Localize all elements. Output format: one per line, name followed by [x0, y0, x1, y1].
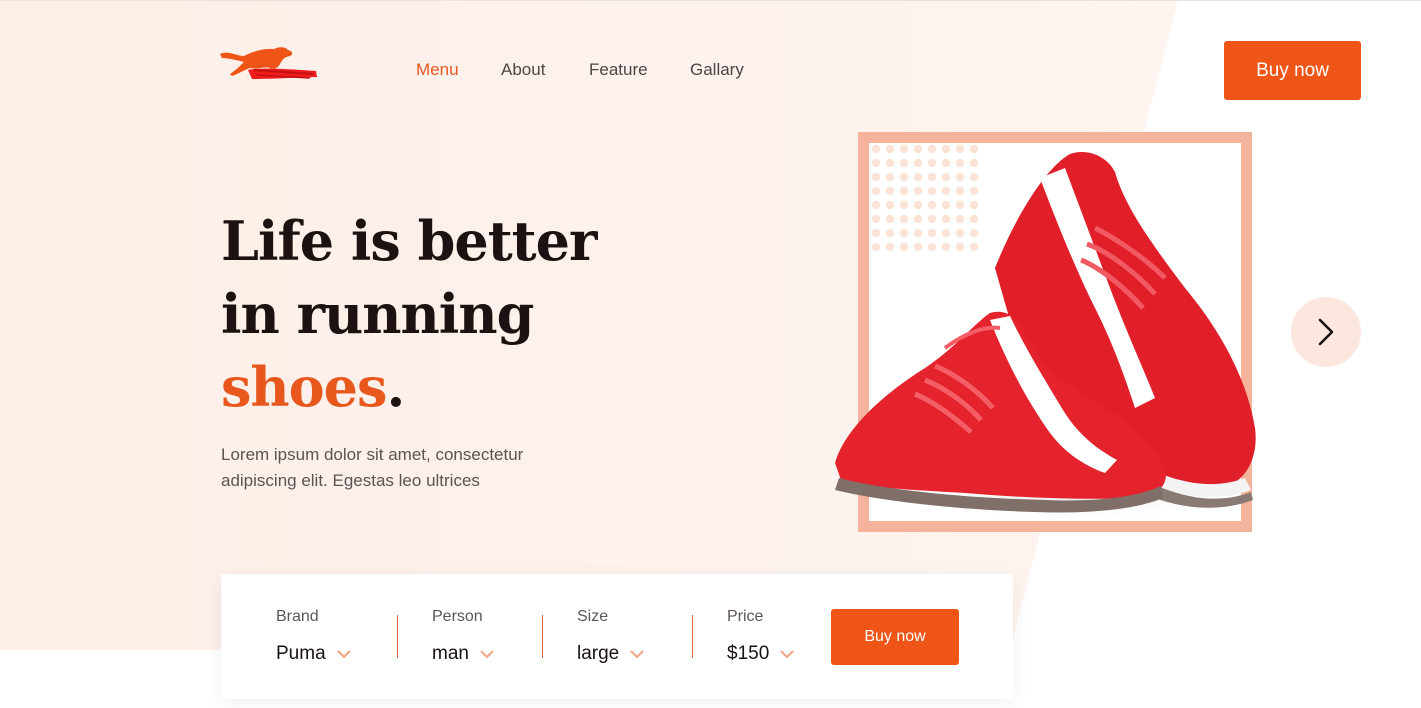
nav-item-about[interactable]: About [501, 60, 545, 80]
puma-cat-logo-icon[interactable] [218, 44, 322, 84]
filter-size-select[interactable]: large [577, 643, 645, 665]
buy-now-filter-button[interactable]: Buy now [831, 609, 959, 665]
hero-subtext: Lorem ipsum dolor sit amet, consectetur … [221, 442, 581, 494]
filter-price-label: Price [727, 608, 764, 625]
carousel-next-button[interactable] [1291, 297, 1361, 367]
headline-line2: in running [221, 282, 534, 346]
chevron-right-icon [1318, 318, 1334, 346]
chevron-down-icon [336, 650, 351, 659]
chevron-down-icon [480, 650, 494, 659]
product-filter-bar: Brand Puma Person man Size large Price $… [221, 574, 1013, 699]
filter-size-label: Size [577, 608, 609, 625]
filter-divider [397, 615, 398, 658]
nav-item-menu[interactable]: Menu [416, 60, 459, 80]
hero-headline: Life is better in running shoes. [221, 205, 641, 424]
filter-divider [692, 615, 693, 658]
buy-now-header-button[interactable]: Buy now [1224, 41, 1361, 100]
subtext-line2: adipiscing elit. Egestas leo ultrices [221, 471, 480, 490]
filter-person-value: man [432, 643, 469, 664]
chevron-down-icon [780, 650, 794, 659]
filter-brand-value: Puma [276, 643, 326, 664]
filter-person-label: Person [432, 608, 483, 625]
filter-person-select[interactable]: man [432, 643, 495, 665]
nav-item-feature[interactable]: Feature [589, 60, 648, 80]
chevron-down-icon [630, 650, 644, 659]
top-divider [0, 0, 1421, 1]
headline-period: . [386, 355, 405, 419]
red-sneakers-image [835, 152, 1256, 522]
subtext-line1: Lorem ipsum dolor sit amet, consectetur [221, 445, 524, 464]
headline-accent: shoes [221, 355, 387, 419]
filter-brand-select[interactable]: Puma [276, 643, 352, 665]
headline-line1: Life is better [221, 209, 597, 273]
nav-item-gallary[interactable]: Gallary [690, 60, 744, 80]
filter-price-value: $150 [727, 643, 770, 664]
filter-price-select[interactable]: $150 [727, 643, 795, 665]
filter-size-value: large [577, 643, 620, 664]
filter-brand-label: Brand [276, 608, 319, 625]
filter-divider [542, 615, 543, 658]
